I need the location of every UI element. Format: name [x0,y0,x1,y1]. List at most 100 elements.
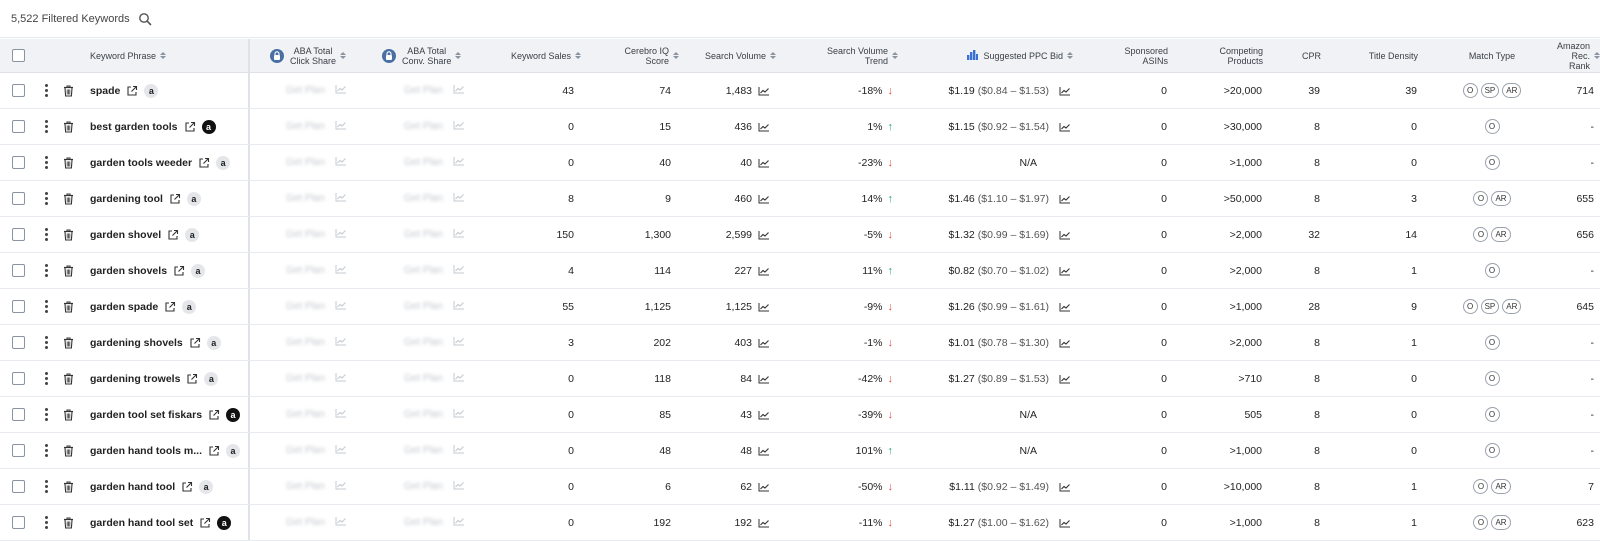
row-checkbox[interactable] [11,156,25,169]
col-search-volume[interactable]: Search Volume [679,39,776,72]
keyword-phrase[interactable]: best garden tools [90,121,178,133]
external-link-icon[interactable] [181,481,193,493]
keyword-phrase[interactable]: garden tool set fiskars [90,409,202,421]
keyword-phrase[interactable]: garden hand tool [90,481,175,493]
table-row[interactable]: spade a Get Plan Get Plan 43 74 1,483 -18% ↓ $1.1… [0,73,1600,109]
match-type-badge[interactable]: O [1462,299,1478,314]
match-type-badge[interactable]: O [1484,335,1500,350]
match-type-badge[interactable]: SP [1480,83,1500,98]
amazon-icon[interactable]: a [204,371,219,386]
line-chart-icon[interactable] [758,410,770,420]
match-type-badge[interactable]: O [1484,263,1500,278]
col-cerebro-iq-score[interactable]: Cerebro IQ Score [581,39,679,72]
external-link-icon[interactable] [169,193,181,205]
match-type-badge[interactable]: AR [1491,515,1511,530]
table-row[interactable]: best garden tools a Get Plan Get Plan 0 15 436… [0,109,1600,145]
row-checkbox[interactable] [11,84,25,97]
line-chart-icon[interactable] [758,230,770,240]
trash-icon[interactable] [63,229,74,241]
trash-icon[interactable] [63,481,74,493]
match-type-badge[interactable]: O [1484,407,1500,422]
amazon-icon[interactable]: a [182,299,197,314]
row-checkbox[interactable] [11,336,25,349]
row-checkbox[interactable] [11,264,25,277]
more-options-icon[interactable] [45,516,48,529]
line-chart-icon[interactable] [758,302,770,312]
line-chart-icon[interactable] [758,158,770,168]
row-checkbox[interactable] [11,228,25,241]
col-keyword-phrase[interactable]: Keyword Phrase [90,39,250,72]
trash-icon[interactable] [63,265,74,277]
amazon-icon[interactable]: a [216,155,231,170]
external-link-icon[interactable] [126,85,138,97]
external-link-icon[interactable] [199,517,211,529]
more-options-icon[interactable] [45,444,48,457]
line-chart-icon[interactable] [758,446,770,456]
match-type-badge[interactable]: AR [1491,479,1511,494]
keyword-phrase[interactable]: garden shovel [90,229,161,241]
table-row[interactable]: garden tools weeder a Get Plan Get Plan 0 40 4… [0,145,1600,181]
external-link-icon[interactable] [189,337,201,349]
amazon-icon[interactable]: a [226,443,241,458]
amazon-icon[interactable]: a [199,479,214,494]
more-options-icon[interactable] [45,84,48,97]
sort-icon[interactable] [160,52,167,59]
external-link-icon[interactable] [184,121,196,133]
match-type-badge[interactable]: O [1484,119,1500,134]
match-type-badge[interactable]: O [1473,191,1489,206]
col-aba-conv-share[interactable]: ABA Total Conv. Share [368,39,484,72]
row-checkbox[interactable] [11,444,25,457]
col-title-density[interactable]: Title Density [1321,39,1418,72]
amazon-icon[interactable]: a [226,407,241,422]
more-options-icon[interactable] [45,228,48,241]
external-link-icon[interactable] [167,229,179,241]
keyword-phrase[interactable]: garden tools weeder [90,157,192,169]
more-options-icon[interactable] [45,408,48,421]
line-chart-icon[interactable] [1059,122,1071,132]
line-chart-icon[interactable] [758,482,770,492]
match-type-badge[interactable]: O [1484,371,1500,386]
line-chart-icon[interactable] [758,86,770,96]
col-competing-products[interactable]: Competing Products [1168,39,1263,72]
more-options-icon[interactable] [45,480,48,493]
more-options-icon[interactable] [45,372,48,385]
table-row[interactable]: garden tool set fiskars a Get Plan Get Plan… [0,397,1600,433]
line-chart-icon[interactable] [758,518,770,528]
table-row[interactable]: gardening shovels a Get Plan Get Plan 3 202 40… [0,325,1600,361]
row-checkbox[interactable] [11,516,25,529]
line-chart-icon[interactable] [1059,518,1071,528]
match-type-badge[interactable]: O [1462,83,1478,98]
sort-icon[interactable] [1594,52,1600,59]
col-sponsored-asins[interactable]: Sponsored ASINs [1073,39,1168,72]
trash-icon[interactable] [63,85,74,97]
table-row[interactable]: garden hand tool set a Get Plan Get Plan 0 19… [0,505,1600,541]
line-chart-icon[interactable] [1059,86,1071,96]
trash-icon[interactable] [63,157,74,169]
keyword-phrase[interactable]: garden hand tool set [90,517,193,529]
amazon-icon[interactable]: a [185,227,200,242]
trash-icon[interactable] [63,373,74,385]
line-chart-icon[interactable] [1059,374,1071,384]
more-options-icon[interactable] [45,300,48,313]
keyword-phrase[interactable]: garden hand tools m... [90,445,202,457]
col-cpr[interactable]: CPR [1263,39,1321,72]
line-chart-icon[interactable] [1059,338,1071,348]
search-icon[interactable] [138,12,152,26]
more-options-icon[interactable] [45,264,48,277]
trash-icon[interactable] [63,121,74,133]
row-checkbox[interactable] [11,192,25,205]
line-chart-icon[interactable] [1059,194,1071,204]
keyword-phrase[interactable]: gardening tool [90,193,163,205]
row-checkbox[interactable] [11,300,25,313]
keyword-phrase[interactable]: spade [90,85,120,97]
external-link-icon[interactable] [208,445,220,457]
col-keyword-sales[interactable]: Keyword Sales [484,39,581,72]
amazon-icon[interactable]: a [186,191,201,206]
more-options-icon[interactable] [45,336,48,349]
col-suggested-ppc-bid[interactable]: Suggested PPC Bid [898,39,1073,72]
col-match-type[interactable]: Match Type [1418,39,1536,72]
line-chart-icon[interactable] [758,194,770,204]
col-amazon-rec-rank[interactable]: Amazon Rec. Rank [1536,39,1600,72]
table-row[interactable]: garden shovels a Get Plan Get Plan 4 114 227 11… [0,253,1600,289]
col-aba-click-share[interactable]: ABA Total Click Share [250,39,368,72]
